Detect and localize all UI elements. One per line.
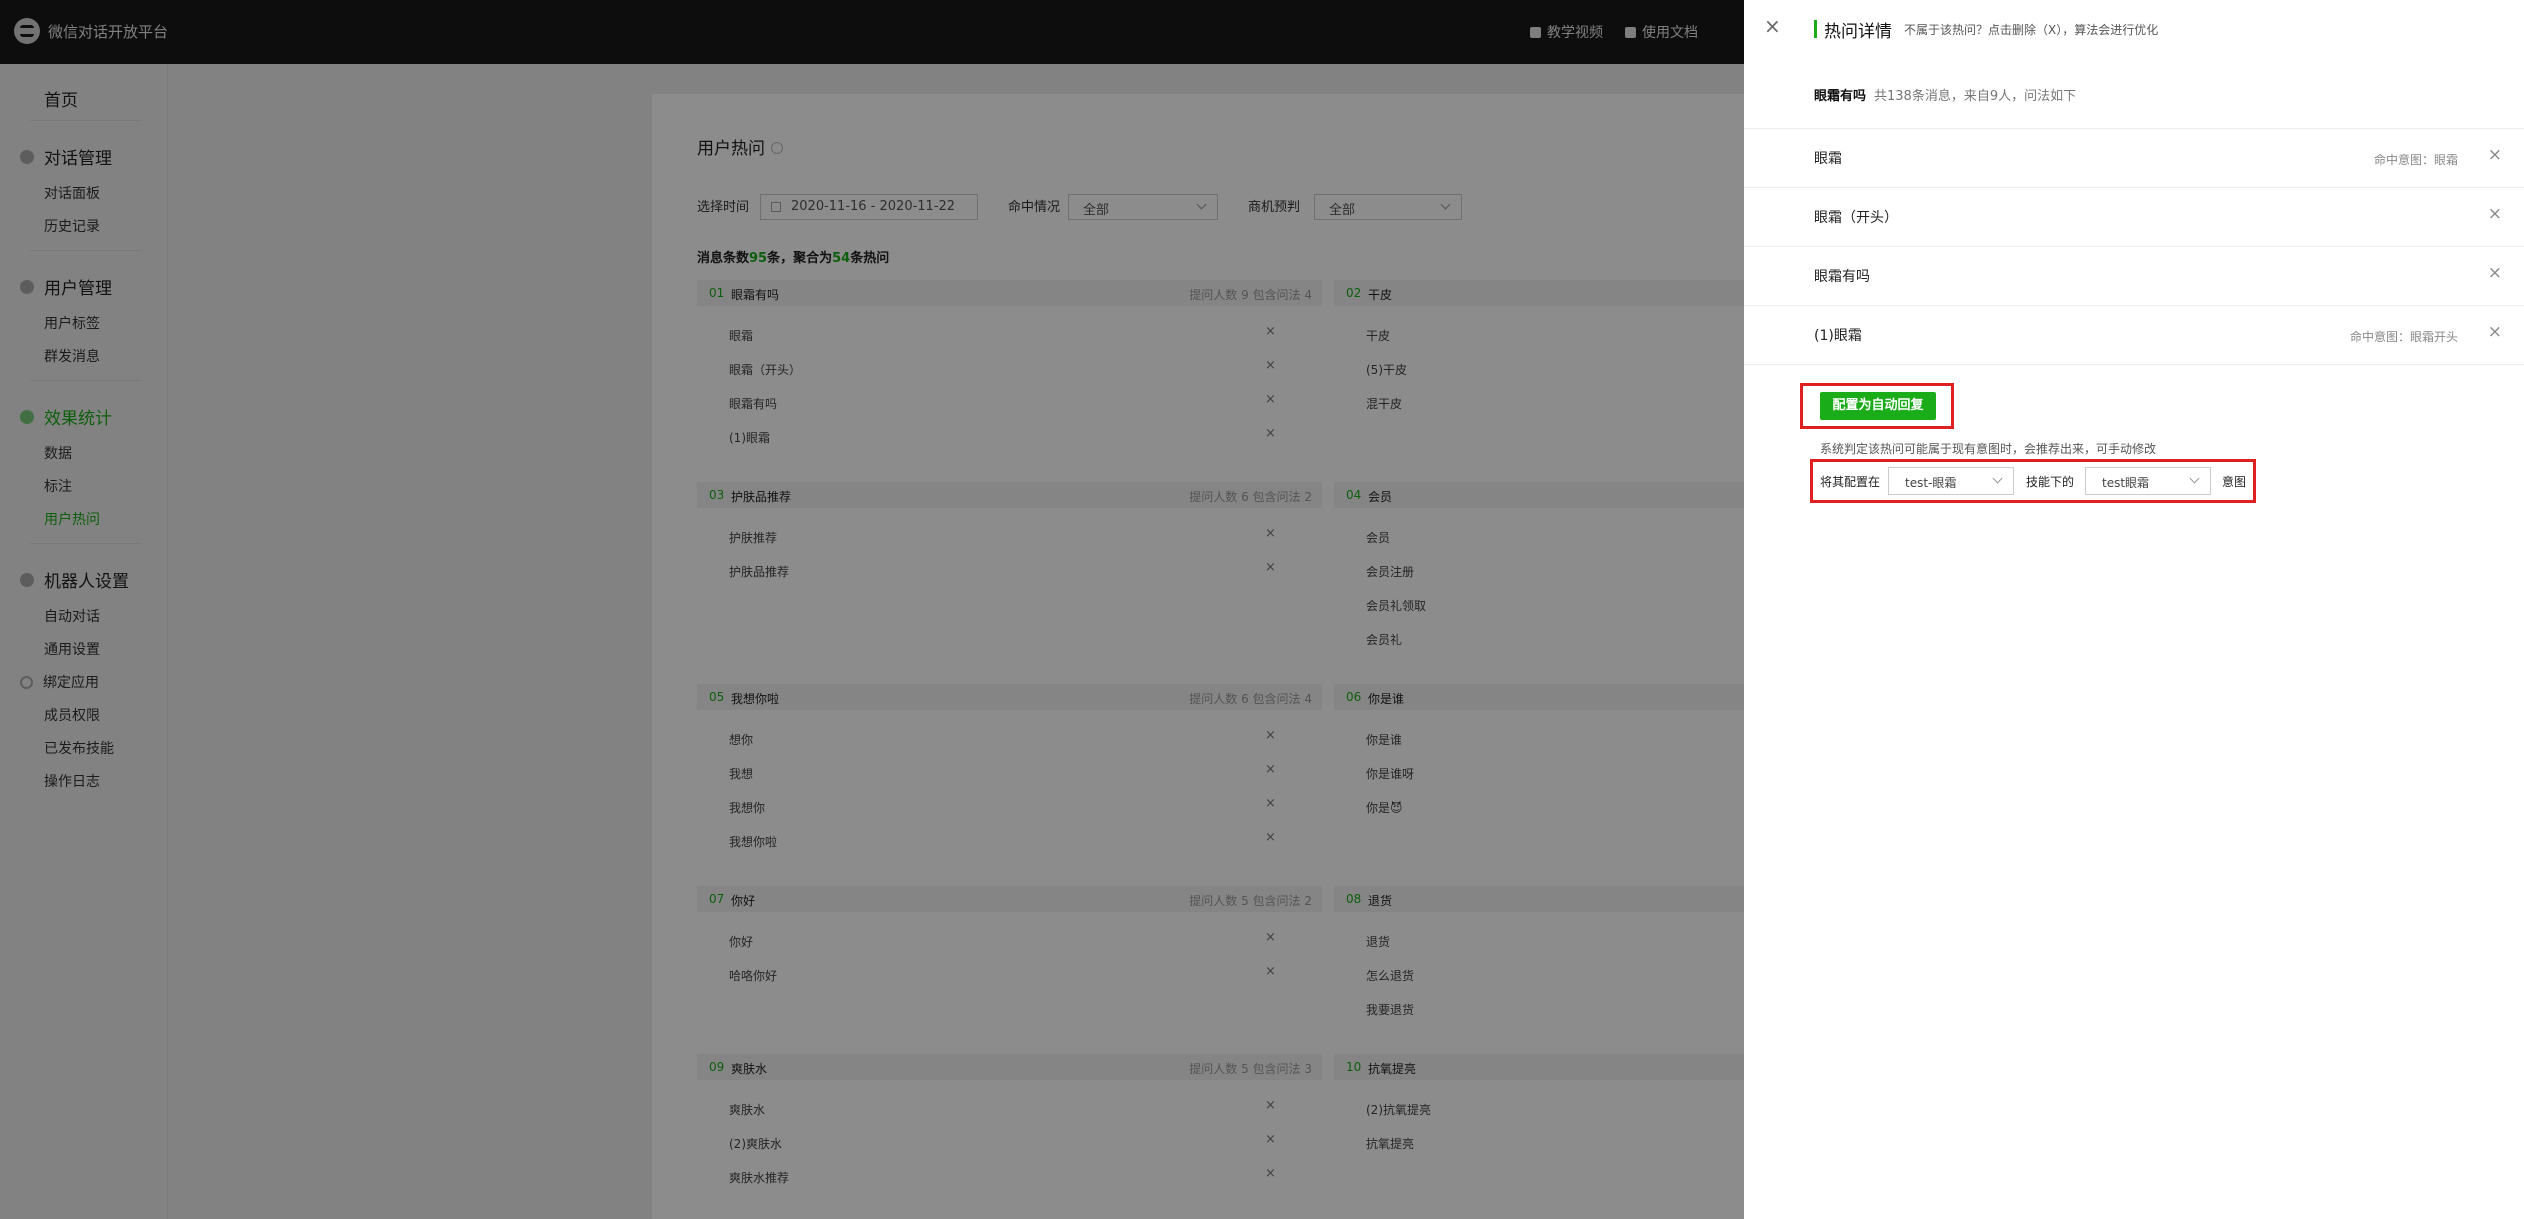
intent-label: 命中意图：眼霜开头 bbox=[2349, 330, 2458, 344]
hot-question-detail-drawer: × 热问详情 不属于该热问？点击删除（X），算法会进行优化 眼霜有吗 共138条消… bbox=[1744, 0, 2524, 1219]
divider bbox=[1744, 128, 2524, 129]
delete-question-icon[interactable]: × bbox=[2488, 322, 2502, 342]
delete-question-icon[interactable]: × bbox=[2488, 204, 2502, 224]
config-suffix-label: 意图 bbox=[2222, 475, 2247, 489]
modal-overlay[interactable] bbox=[0, 0, 1744, 1219]
delete-question-icon[interactable]: × bbox=[2488, 145, 2502, 165]
title-accent-bar bbox=[1814, 20, 1817, 38]
divider bbox=[1744, 246, 2524, 247]
divider bbox=[1744, 364, 2524, 365]
close-icon[interactable]: × bbox=[1764, 16, 1781, 36]
skill-select[interactable]: test-眼霜 bbox=[1888, 467, 2014, 495]
drawer-title: 热问详情 bbox=[1824, 22, 1892, 42]
drawer-question-text: (1)眼霜 bbox=[1814, 328, 1862, 344]
drawer-hint: 不属于该热问？点击删除（X），算法会进行优化 bbox=[1904, 23, 2159, 37]
chevron-down-icon bbox=[2189, 473, 2200, 484]
config-mid-label: 技能下的 bbox=[2026, 475, 2075, 489]
drawer-question-text: 眼霜有吗 bbox=[1814, 269, 1870, 285]
config-auto-reply-button[interactable]: 配置为自动回复 bbox=[1820, 392, 1936, 420]
intent-select[interactable]: test眼霜 bbox=[2085, 467, 2211, 495]
divider bbox=[1744, 187, 2524, 188]
intent-label: 命中意图：眼霜 bbox=[2373, 153, 2458, 167]
drawer-question-text: 眼霜 bbox=[1814, 151, 1842, 167]
divider bbox=[1744, 305, 2524, 306]
drawer-question-text: 眼霜（开头） bbox=[1814, 210, 1898, 226]
delete-question-icon[interactable]: × bbox=[2488, 263, 2502, 283]
question-summary: 眼霜有吗 共138条消息，来自9人，问法如下 bbox=[1814, 89, 2077, 104]
intent-recommend-note: 系统判定该热问可能属于现有意图时，会推荐出来，可手动修改 bbox=[1820, 442, 2157, 456]
chevron-down-icon bbox=[1992, 473, 2003, 484]
config-prefix-label: 将其配置在 bbox=[1820, 475, 1881, 489]
